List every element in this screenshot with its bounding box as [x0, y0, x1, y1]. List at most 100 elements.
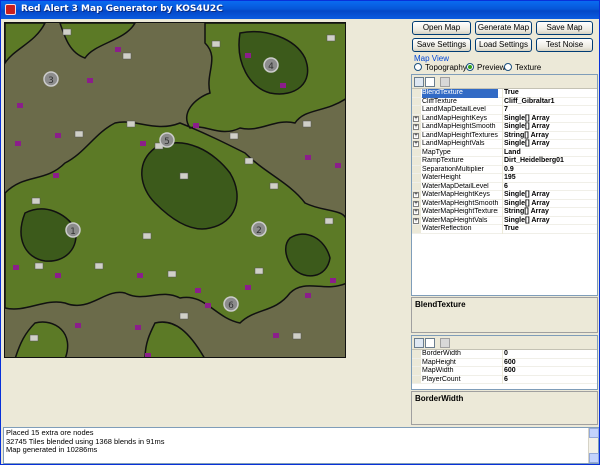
property-value[interactable]: Single[] Array [502, 199, 550, 208]
property-value[interactable]: 6 [502, 375, 508, 384]
alphabetical-icon[interactable] [425, 76, 435, 87]
property-value[interactable]: 195 [502, 174, 516, 183]
property-rows-2: BorderWidth 0 MapHeight 600 MapWidth 600 Playe… [412, 350, 597, 384]
property-row[interactable]: LandMapDetailLevel 7 [412, 106, 597, 115]
expand-icon[interactable]: + [413, 124, 419, 130]
property-row[interactable]: + LandMapHeightSmooth Single[] Array [412, 123, 597, 132]
title-bar[interactable]: Red Alert 3 Map Generator by KOS4U2C [1, 1, 599, 19]
radio-label: Texture [515, 62, 542, 72]
property-value[interactable]: 0.9 [502, 165, 514, 174]
property-name: MapWidth [422, 367, 454, 374]
property-grid[interactable]: BlendTexture True CliffTexture Cliff_Gibral… [411, 74, 598, 296]
property-row[interactable]: MapHeight 600 [412, 358, 597, 367]
property-name: LandMapHeightSmooth [422, 123, 496, 130]
property-pages-icon[interactable] [440, 337, 450, 348]
property-row[interactable]: SeparationMultiplier 0.9 [412, 165, 597, 174]
property-value[interactable]: Dirt_Heidelberg01 [502, 157, 564, 166]
property-value[interactable]: 7 [502, 106, 508, 115]
property-row[interactable]: + WaterMapHeightTextures String[] Array [412, 208, 597, 217]
property-row[interactable]: + WaterMapHeightSmooth Single[] Array [412, 199, 597, 208]
row-gutter [412, 97, 421, 105]
output-log[interactable]: Placed 15 extra ore nodes 32745 Tiles bl… [3, 427, 599, 464]
property-value[interactable]: Single[] Array [502, 191, 550, 200]
alphabetical-icon[interactable] [425, 337, 435, 348]
expand-icon[interactable]: + [413, 209, 419, 215]
row-gutter [412, 174, 421, 182]
radio-label: Topography [425, 62, 467, 72]
open-map-button[interactable]: Open Map [412, 21, 471, 35]
property-value[interactable]: 600 [502, 358, 516, 367]
property-row[interactable]: + WaterMapHeightVals Single[] Array [412, 216, 597, 225]
expand-icon[interactable]: + [413, 192, 419, 198]
property-name: LandMapDetailLevel [422, 106, 486, 113]
scroll-down-button[interactable] [589, 453, 599, 463]
map-preview[interactable]: 1 2 3 4 5 6 [4, 22, 346, 358]
property-value[interactable]: Single[] Array [502, 114, 550, 123]
log-scrollbar[interactable] [588, 428, 599, 463]
property-value[interactable]: 600 [502, 367, 516, 376]
window-title: Red Alert 3 Map Generator by KOS4U2C [21, 4, 223, 14]
property-value[interactable]: Single[] Array [502, 140, 550, 149]
property-row[interactable]: RampTexture Dirt_Heidelberg01 [412, 157, 597, 166]
expand-icon[interactable]: + [413, 115, 419, 122]
radio-label: Preview [477, 62, 506, 72]
categorized-icon[interactable] [414, 76, 424, 87]
property-value[interactable]: Single[] Array [502, 123, 550, 132]
property-value[interactable]: 0 [502, 350, 508, 359]
property-row[interactable]: BlendTexture True [412, 89, 597, 98]
radio-dot [504, 63, 512, 71]
expand-icon[interactable]: + [413, 141, 419, 147]
property-name: WaterMapHeightKeys [422, 191, 490, 198]
row-gutter [412, 157, 421, 165]
property-row[interactable]: + LandMapHeightVals Single[] Array [412, 140, 597, 149]
property-name: WaterMapHeightTextures [422, 208, 498, 215]
property-row[interactable]: + WaterMapHeightKeys Single[] Array [412, 191, 597, 200]
load-settings-button[interactable]: Load Settings [475, 38, 532, 52]
generate-map-button[interactable]: Generate Map [475, 21, 532, 35]
save-settings-button[interactable]: Save Settings [412, 38, 471, 52]
scroll-up-button[interactable] [589, 428, 599, 438]
expand-icon[interactable]: + [413, 217, 419, 224]
categorized-icon[interactable] [414, 337, 424, 348]
save-map-button[interactable]: Save Map [536, 21, 593, 35]
row-gutter [412, 225, 421, 233]
expand-icon[interactable]: + [413, 200, 419, 207]
property-value[interactable]: String[] Array [502, 131, 549, 140]
property-row[interactable]: + LandMapHeightKeys Single[] Array [412, 114, 597, 123]
property-value[interactable]: Land [502, 148, 521, 157]
property-name: RampTexture [422, 157, 464, 164]
property-value[interactable]: True [502, 225, 519, 234]
expand-icon[interactable]: + [413, 132, 419, 139]
property-name: PlayerCount [422, 375, 461, 383]
property-row[interactable]: WaterHeight 195 [412, 174, 597, 183]
radio-topography[interactable]: Topography [414, 62, 467, 72]
property-value[interactable]: Cliff_Gibraltar1 [502, 97, 555, 106]
property-description: BlendTexture [411, 297, 598, 333]
radio-dot [414, 63, 422, 71]
app-icon [5, 4, 16, 15]
row-gutter [412, 358, 421, 366]
test-noise-button[interactable]: Test Noise [536, 38, 593, 52]
property-grid-2[interactable]: BorderWidth 0 MapHeight 600 MapWidth 600 Playe… [411, 335, 598, 390]
property-pages-icon[interactable] [440, 76, 450, 87]
radio-preview[interactable]: Preview [466, 62, 505, 72]
property-name: WaterReflection [422, 225, 472, 232]
start-position-label: 4 [268, 62, 274, 72]
row-gutter [412, 165, 421, 173]
property-row[interactable]: PlayerCount 6 [412, 375, 597, 384]
property-row[interactable]: BorderWidth 0 [412, 350, 597, 359]
property-row[interactable]: MapType Land [412, 148, 597, 157]
property-row[interactable]: + LandMapHeightTextures String[] Array [412, 131, 597, 140]
property-value[interactable]: Single[] Array [502, 216, 550, 225]
start-position-label: 2 [256, 226, 262, 236]
property-row[interactable]: CliffTexture Cliff_Gibraltar1 [412, 97, 597, 106]
property-value[interactable]: True [502, 89, 519, 98]
property-row[interactable]: MapWidth 600 [412, 367, 597, 376]
property-value[interactable]: 6 [502, 182, 508, 191]
start-position-label: 3 [48, 76, 54, 86]
property-value[interactable]: String[] Array [502, 208, 549, 217]
property-row[interactable]: WaterReflection True [412, 225, 597, 234]
row-gutter [412, 367, 421, 375]
radio-texture[interactable]: Texture [504, 62, 541, 72]
property-row[interactable]: WaterMapDetailLevel 6 [412, 182, 597, 191]
